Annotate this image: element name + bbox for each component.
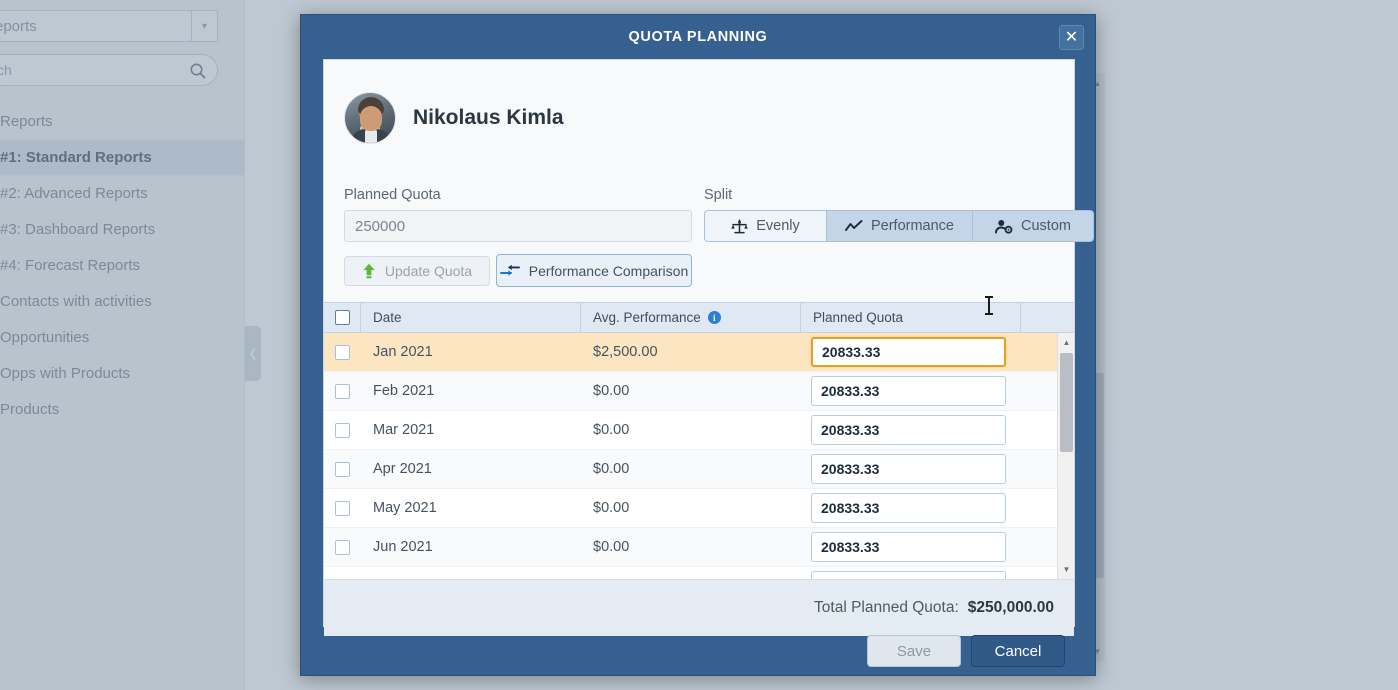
planned-quota-row-input[interactable] — [811, 376, 1006, 406]
cell-avg-performance: $0.00 — [581, 372, 801, 410]
row-select-cell — [324, 489, 361, 527]
cell-avg-performance: $2,500.00 — [581, 333, 801, 371]
total-planned-quota-label: Total Planned Quota: — [814, 599, 959, 617]
avatar — [344, 92, 396, 144]
quota-planning-modal: QUOTA PLANNING ✕ Nikolaus Kimla Planned … — [300, 14, 1096, 676]
planned-quota-row-input[interactable] — [811, 454, 1006, 484]
user-name: Nikolaus Kimla — [413, 106, 564, 130]
cell-date: Jan 2021 — [361, 333, 581, 371]
cell-avg-performance: $0.00 — [581, 450, 801, 488]
column-header-avg-performance-label: Avg. Performance — [593, 310, 701, 325]
select-all-header — [324, 303, 361, 332]
cell-date: Apr 2021 — [361, 450, 581, 488]
split-option-performance[interactable]: Performance — [826, 210, 972, 242]
scroll-down-arrow-icon[interactable]: ▼ — [1058, 561, 1074, 577]
line-chart-icon — [845, 220, 863, 233]
select-all-checkbox[interactable] — [335, 310, 350, 325]
planned-quota-row-input[interactable] — [811, 415, 1006, 445]
info-icon[interactable]: i — [708, 311, 721, 324]
planned-quota-row-input[interactable] — [811, 571, 1006, 580]
split-label: Split — [704, 187, 732, 203]
row-checkbox[interactable] — [335, 384, 350, 399]
row-checkbox[interactable] — [335, 462, 350, 477]
planned-quota-input[interactable] — [344, 210, 692, 242]
split-option-evenly[interactable]: Evenly — [704, 210, 826, 242]
column-header-date[interactable]: Date — [361, 303, 581, 332]
balance-scale-icon — [731, 219, 748, 234]
modal-body: Nikolaus Kimla Planned Quota Split — [323, 59, 1075, 627]
text-cursor — [988, 296, 990, 315]
cell-planned-quota — [801, 411, 1021, 449]
cell-date: Jul 2021 — [361, 567, 581, 580]
split-option-custom[interactable]: Custom — [972, 210, 1094, 242]
row-select-cell — [324, 567, 361, 580]
modal-title: QUOTA PLANNING — [301, 15, 1095, 59]
table-scrollbar[interactable]: ▲ ▼ — [1057, 333, 1074, 579]
total-planned-quota-amount: $250,000.00 — [968, 599, 1054, 617]
cell-avg-performance: $0.00 — [581, 489, 801, 527]
close-icon[interactable]: ✕ — [1059, 25, 1084, 50]
split-option-evenly-label: Evenly — [756, 218, 800, 234]
cell-date: Feb 2021 — [361, 372, 581, 410]
cell-planned-quota — [801, 528, 1021, 566]
cell-planned-quota — [801, 372, 1021, 410]
table-body: Jan 2021$2,500.00Feb 2021$0.00Mar 2021$0… — [324, 333, 1074, 580]
scroll-up-arrow-icon[interactable]: ▲ — [1058, 334, 1074, 350]
row-select-cell — [324, 450, 361, 488]
row-select-cell — [324, 333, 361, 371]
user-header: Nikolaus Kimla — [344, 92, 564, 144]
table-header-row: Date Avg. Performance i Planned Quota — [324, 302, 1074, 333]
cell-date: Jun 2021 — [361, 528, 581, 566]
planned-quota-label: Planned Quota — [344, 187, 441, 203]
row-checkbox[interactable] — [335, 540, 350, 555]
table-row[interactable]: Feb 2021$0.00 — [324, 372, 1074, 411]
cancel-button[interactable]: Cancel — [971, 635, 1065, 667]
table-scrollbar-thumb[interactable] — [1060, 353, 1073, 452]
cell-planned-quota — [801, 450, 1021, 488]
cell-avg-performance: $0.00 — [581, 411, 801, 449]
row-checkbox[interactable] — [335, 345, 350, 360]
cell-avg-performance: $0.00 — [581, 528, 801, 566]
user-gear-icon — [995, 219, 1013, 234]
table-row[interactable]: Mar 2021$0.00 — [324, 411, 1074, 450]
table-row[interactable]: Jan 2021$2,500.00 — [324, 333, 1074, 372]
planned-quota-row-input[interactable] — [811, 493, 1006, 523]
table-row[interactable]: May 2021$0.00 — [324, 489, 1074, 528]
split-segmented-control: Evenly Performance — [704, 210, 1094, 242]
cell-planned-quota — [801, 489, 1021, 527]
cell-date: May 2021 — [361, 489, 581, 527]
row-select-cell — [324, 411, 361, 449]
row-checkbox[interactable] — [335, 423, 350, 438]
planned-quota-row-input[interactable] — [811, 337, 1006, 367]
column-header-spacer — [1021, 303, 1074, 332]
quota-table: Date Avg. Performance i Planned Quota Ja… — [324, 302, 1074, 636]
planned-quota-row-input[interactable] — [811, 532, 1006, 562]
update-quota-button[interactable]: Update Quota — [344, 256, 490, 286]
column-header-avg-performance[interactable]: Avg. Performance i — [581, 303, 801, 332]
split-option-performance-label: Performance — [871, 218, 954, 234]
row-select-cell — [324, 372, 361, 410]
table-row[interactable]: Jul 2021$0.00 — [324, 567, 1074, 580]
cell-avg-performance: $0.00 — [581, 567, 801, 580]
cell-date: Mar 2021 — [361, 411, 581, 449]
row-checkbox[interactable] — [335, 579, 350, 581]
arrows-compare-icon — [500, 263, 520, 278]
table-row[interactable]: Apr 2021$0.00 — [324, 450, 1074, 489]
row-checkbox[interactable] — [335, 501, 350, 516]
row-select-cell — [324, 528, 361, 566]
cell-planned-quota — [801, 333, 1021, 371]
performance-comparison-button[interactable]: Performance Comparison — [496, 254, 692, 287]
modal-footer: Save Cancel — [301, 625, 1095, 675]
table-row[interactable]: Jun 2021$0.00 — [324, 528, 1074, 567]
save-button[interactable]: Save — [867, 635, 961, 667]
green-up-arrow-icon — [362, 263, 376, 279]
split-option-custom-label: Custom — [1021, 218, 1071, 234]
cell-planned-quota — [801, 567, 1021, 580]
performance-comparison-label: Performance Comparison — [529, 263, 689, 279]
update-quota-label: Update Quota — [385, 263, 472, 279]
